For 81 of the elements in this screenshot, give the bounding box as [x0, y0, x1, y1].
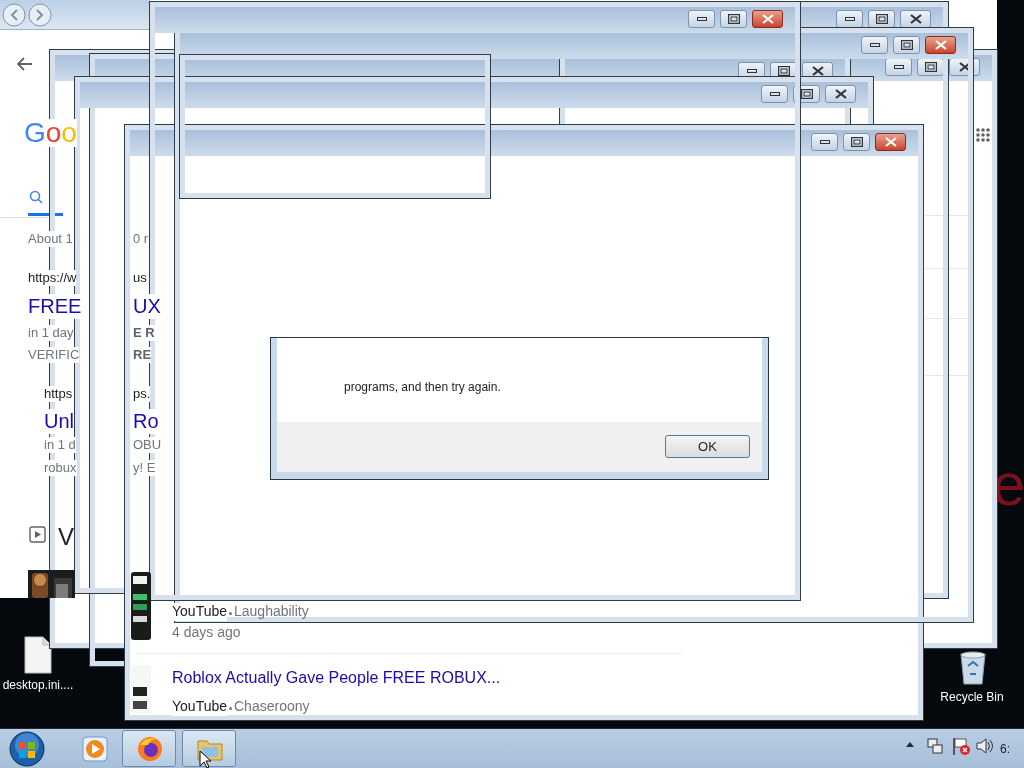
- maximize-icon: [800, 89, 813, 99]
- tab-indicator: [28, 213, 63, 216]
- maximize-icon: [900, 40, 913, 50]
- result-snippet: in 1 d: [44, 437, 76, 454]
- result-source: YouTube: [172, 603, 227, 621]
- close-icon: [834, 89, 847, 99]
- recycle-bin-icon[interactable]: [958, 650, 988, 686]
- minimize-button[interactable]: [836, 10, 863, 28]
- maximize-button[interactable]: [843, 133, 870, 151]
- minimize-icon: [746, 69, 757, 73]
- minimize-button[interactable]: [761, 85, 788, 103]
- result-link[interactable]: FREE: [28, 294, 82, 319]
- close-button[interactable]: [752, 10, 783, 28]
- play-icon: [81, 735, 109, 763]
- clock-text[interactable]: 6:: [1000, 740, 1010, 758]
- apps-grid-icon[interactable]: [975, 127, 991, 143]
- flag-warning-icon[interactable]: [951, 736, 971, 756]
- result-snippet: RE: [133, 347, 152, 364]
- result-snippet: OBU: [133, 437, 162, 454]
- minimize-icon: [844, 17, 855, 21]
- close-icon: [761, 14, 774, 24]
- result-channel: Laughability: [234, 603, 309, 621]
- ok-button[interactable]: OK: [665, 435, 750, 458]
- close-icon: [958, 62, 971, 72]
- icon-label[interactable]: Recycle Bin: [936, 690, 1008, 704]
- file-icon[interactable]: [24, 636, 52, 674]
- result-url: ps.: [133, 386, 151, 403]
- maximize-icon: [875, 14, 888, 24]
- close-button[interactable]: [900, 10, 931, 28]
- search-icon[interactable]: [29, 190, 43, 204]
- minimize-button[interactable]: [688, 10, 715, 28]
- result-channel: Chaseroony: [234, 698, 310, 716]
- result-source: YouTube: [172, 698, 227, 716]
- result-snippet: VERIFIC: [28, 347, 80, 364]
- minimize-button[interactable]: [861, 36, 888, 54]
- google-logo: Goo: [24, 119, 77, 147]
- result-snippet: y! E: [133, 460, 156, 477]
- back-arrow-icon[interactable]: [15, 56, 33, 72]
- result-link[interactable]: Ro: [133, 409, 159, 434]
- play-icon[interactable]: [29, 526, 46, 543]
- result-snippet: robux: [44, 460, 77, 477]
- network-icon[interactable]: [926, 737, 944, 755]
- chevron-up-icon[interactable]: [905, 740, 915, 748]
- maximize-icon: [727, 14, 740, 24]
- minimize-icon: [869, 43, 880, 47]
- mouse-pointer-icon: [199, 750, 211, 768]
- close-button[interactable]: [925, 36, 956, 54]
- result-snippet: in 1 day: [28, 325, 74, 342]
- maximize-button[interactable]: [893, 36, 920, 54]
- maximize-button[interactable]: [720, 10, 747, 28]
- maximize-button[interactable]: [868, 10, 895, 28]
- icon-label[interactable]: desktop.ini....: [2, 678, 74, 692]
- result-link[interactable]: Roblox Actually Gave People FREE ROBUX...: [172, 668, 501, 688]
- close-icon: [811, 66, 824, 76]
- result-snippet: About 1: [28, 231, 73, 248]
- back-button-icon[interactable]: [2, 3, 26, 27]
- minimize-icon: [819, 140, 830, 144]
- maximize-icon: [850, 137, 863, 147]
- taskbar-button[interactable]: [122, 730, 176, 767]
- minimize-icon: [893, 65, 904, 69]
- result-snippet: E R: [133, 325, 155, 342]
- browser-icon: [136, 735, 164, 763]
- result-date: 4 days ago: [172, 624, 241, 642]
- minimize-button[interactable]: [811, 133, 838, 151]
- close-button[interactable]: [825, 85, 856, 103]
- maximize-icon: [777, 66, 790, 76]
- close-icon: [884, 137, 897, 147]
- close-icon: [909, 14, 922, 24]
- speaker-icon[interactable]: [975, 737, 993, 755]
- result-link[interactable]: Unl: [44, 409, 74, 434]
- forward-button-icon[interactable]: [28, 3, 52, 27]
- result-url: https: [44, 386, 73, 403]
- dialog-message: programs, and then try again.: [344, 380, 501, 394]
- start-button[interactable]: [8, 731, 46, 767]
- close-icon: [934, 40, 947, 50]
- maximize-icon: [924, 62, 937, 72]
- minimize-icon: [696, 17, 707, 21]
- result-url: https://w: [28, 270, 77, 287]
- close-button[interactable]: [875, 133, 906, 151]
- minimize-icon: [769, 92, 780, 96]
- result-link[interactable]: UX: [133, 294, 161, 319]
